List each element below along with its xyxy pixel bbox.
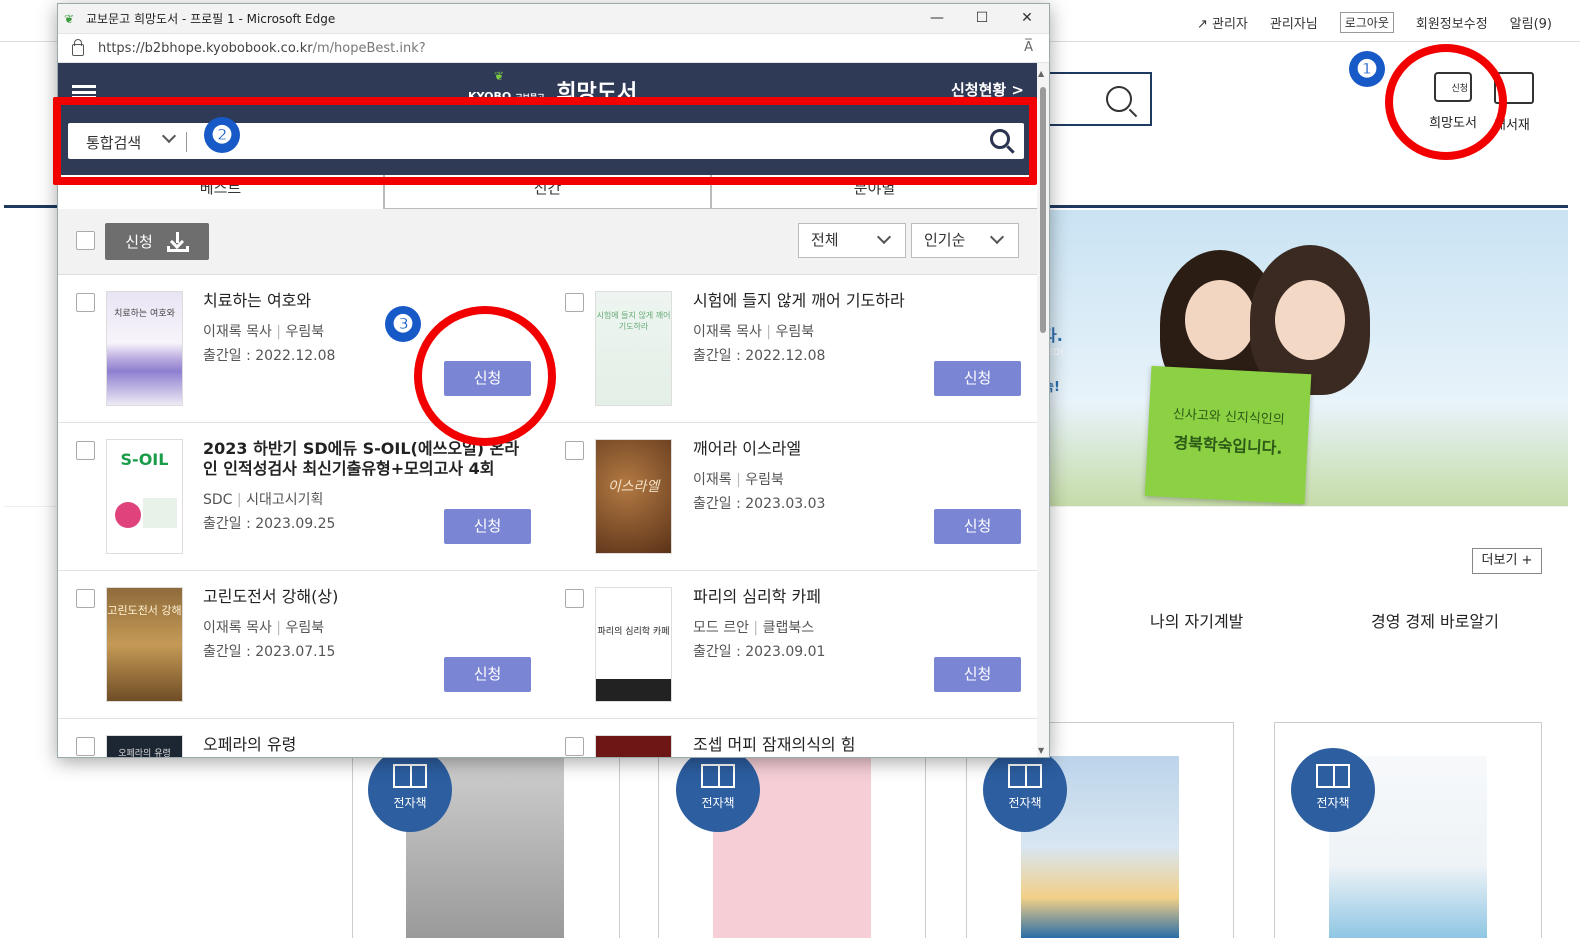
scroll-up-icon[interactable]: ▲	[1038, 69, 1044, 78]
book-title[interactable]: 고린도전서 강해(상)	[203, 587, 533, 607]
list-item: 오페라의 유령 오페라의 유령	[58, 719, 548, 757]
list-item: 조셉 머피 잠재의식의 힘	[548, 719, 1038, 757]
close-icon[interactable]: ✕	[1005, 4, 1049, 33]
user-name: 관리자님	[1269, 17, 1318, 32]
book-checkbox[interactable]	[565, 589, 584, 608]
list-item: 파리의 심리학 카페 파리의 심리학 카페 모드 르안 | 클랩북스 출간일 :…	[548, 571, 1038, 719]
ebook-badge: 전자책	[1291, 748, 1375, 832]
main-banner[interactable]: 다. TED! 숙! 신사고와 신지식인의 경북학숙입니다.	[1040, 210, 1568, 506]
maximize-icon[interactable]: ☐	[960, 4, 1004, 33]
table-row: S-OIL 2023 하반기 SD에듀 S-OIL(에쓰오일) 온라인 인적성검…	[58, 423, 1038, 571]
external-link-icon: ↗	[1196, 17, 1208, 32]
annotation-number-2: ❷	[204, 117, 240, 153]
list-item: 고린도전서 강해 고린도전서 강해(상) 이재록 목사 | 우림북 출간일 : …	[58, 571, 548, 719]
annotation-number-1: ❶	[1349, 51, 1385, 87]
annotation-search-highlight	[53, 97, 1037, 185]
annotation-hope-circle	[1385, 44, 1507, 160]
book-cover[interactable]: 고린도전서 강해	[106, 587, 183, 702]
book-cover[interactable]: 파리의 심리학 카페	[595, 587, 672, 702]
book-cover[interactable]: 오페라의 유령	[106, 735, 183, 757]
book-cover[interactable]: 치료하는 여호와	[106, 291, 183, 406]
book-date: 출간일 : 2022.12.08	[203, 348, 336, 364]
book-title[interactable]: 깨어라 이스라엘	[693, 439, 1023, 459]
request-button[interactable]: 신청	[934, 509, 1021, 544]
table-row: 고린도전서 강해 고린도전서 강해(상) 이재록 목사 | 우림북 출간일 : …	[58, 571, 1038, 719]
ebook-badge: 전자책	[983, 748, 1067, 832]
book-title[interactable]: 시험에 들지 않게 깨어 기도하라	[693, 291, 1023, 311]
chevron-down-icon	[989, 229, 1005, 245]
book-checkbox[interactable]	[76, 293, 95, 312]
book-author: 이재록 | 우림북	[693, 472, 784, 488]
scrollbar-thumb[interactable]	[1040, 87, 1046, 333]
select-all-checkbox[interactable]	[76, 231, 95, 250]
book-cover[interactable]	[595, 735, 672, 757]
list-item: 이스라엘 깨어라 이스라엘 이재록 | 우림북 출간일 : 2023.03.03…	[548, 423, 1038, 571]
open-book-icon	[701, 764, 735, 788]
book-author: 이재록 목사 | 우림북	[693, 324, 815, 340]
notifications-link[interactable]: 알림(9)	[1510, 13, 1552, 32]
book-author: 모드 르안 | 클랩북스	[693, 620, 815, 636]
book-cover[interactable]: 이스라엘	[595, 439, 672, 554]
request-selected-button[interactable]: 신청	[105, 223, 209, 260]
book-checkbox[interactable]	[76, 589, 95, 608]
read-aloud-icon[interactable]: A̅	[1024, 40, 1033, 55]
kyobo-leaf-icon: ❦	[64, 11, 75, 26]
request-button[interactable]: 신청	[444, 509, 531, 544]
logout-button[interactable]: 로그아웃	[1339, 12, 1394, 33]
more-button[interactable]: 더보기 +	[1472, 548, 1542, 574]
window-titlebar[interactable]: ❦ 교보문고 희망도서 - 프로필 1 - Microsoft Edge — ☐…	[58, 4, 1049, 33]
table-row: 오페라의 유령 오페라의 유령 조셉 머피 잠재의식의 힘	[58, 719, 1038, 757]
open-book-icon	[1316, 764, 1350, 788]
site-search-box[interactable]	[1040, 72, 1152, 126]
book-date: 출간일 : 2023.03.03	[693, 496, 826, 512]
book-date: 출간일 : 2023.07.15	[203, 644, 336, 660]
book-author: SDC | 시대고시기획	[203, 492, 324, 508]
minimize-icon[interactable]: —	[915, 4, 959, 33]
chevron-down-icon	[876, 229, 892, 245]
address-bar[interactable]: https://b2bhope.kyobobook.co.kr/m/hopeBe…	[58, 33, 1049, 63]
ebook-badge: 전자책	[368, 748, 452, 832]
book-checkbox[interactable]	[565, 737, 584, 756]
book-date: 출간일 : 2023.09.01	[693, 644, 826, 660]
book-title[interactable]: 파리의 심리학 카페	[693, 587, 1023, 607]
window-title: 교보문고 희망도서 - 프로필 1 - Microsoft Edge	[86, 12, 336, 26]
url-path: /m/hopeBest.ink?	[312, 40, 426, 56]
request-button[interactable]: 신청	[934, 361, 1021, 396]
book-date: 출간일 : 2023.09.25	[203, 516, 336, 532]
list-item: 시험에 들지 않게 깨어 기도하라 시험에 들지 않게 깨어 기도하라 이재록 …	[548, 275, 1038, 423]
book-title[interactable]: 조셉 머피 잠재의식의 힘	[693, 735, 1023, 755]
download-icon	[166, 231, 189, 252]
annotation-number-3: ❸	[385, 306, 421, 342]
book-date: 출간일 : 2022.12.08	[693, 348, 826, 364]
url-host: https://b2bhope.kyobobook.co.kr	[98, 40, 313, 56]
annotation-request-circle	[414, 306, 556, 446]
book-checkbox[interactable]	[76, 737, 95, 756]
list-toolbar: 신청 전체 인기순	[58, 209, 1038, 275]
ebook-badge: 전자책	[676, 748, 760, 832]
book-title[interactable]: 오페라의 유령	[203, 735, 533, 755]
book-cover[interactable]: S-OIL	[106, 439, 183, 554]
scroll-down-icon[interactable]: ▼	[1038, 746, 1044, 755]
banner-sign: 신사고와 신지식인의 경북학숙입니다.	[1144, 365, 1312, 505]
search-icon[interactable]	[1106, 86, 1132, 112]
edit-profile-link[interactable]: 회원정보수정	[1416, 13, 1488, 32]
book-checkbox[interactable]	[565, 293, 584, 312]
category-tab-self-dev[interactable]: 나의 자기계발	[1150, 608, 1243, 632]
open-book-icon	[393, 764, 427, 788]
request-button[interactable]: 신청	[444, 657, 531, 692]
lock-icon[interactable]	[72, 39, 84, 56]
book-author: 이재록 목사 | 우림북	[203, 324, 325, 340]
leaf-icon: ❦	[494, 69, 505, 83]
book-checkbox[interactable]	[76, 441, 95, 460]
book-author: 이재록 목사 | 우림북	[203, 620, 325, 636]
admin-link[interactable]: ↗ 관리자	[1197, 13, 1248, 32]
sort-select[interactable]: 인기순	[911, 223, 1019, 258]
book-cover[interactable]: 시험에 들지 않게 깨어 기도하라	[595, 291, 672, 406]
category-tab-business[interactable]: 경영 경제 바로알기	[1371, 608, 1499, 632]
book-checkbox[interactable]	[565, 441, 584, 460]
vertical-scrollbar[interactable]: ▲ ▼	[1037, 63, 1049, 757]
open-book-icon	[1008, 764, 1042, 788]
filter-select[interactable]: 전체	[798, 223, 906, 258]
request-button[interactable]: 신청	[934, 657, 1021, 692]
